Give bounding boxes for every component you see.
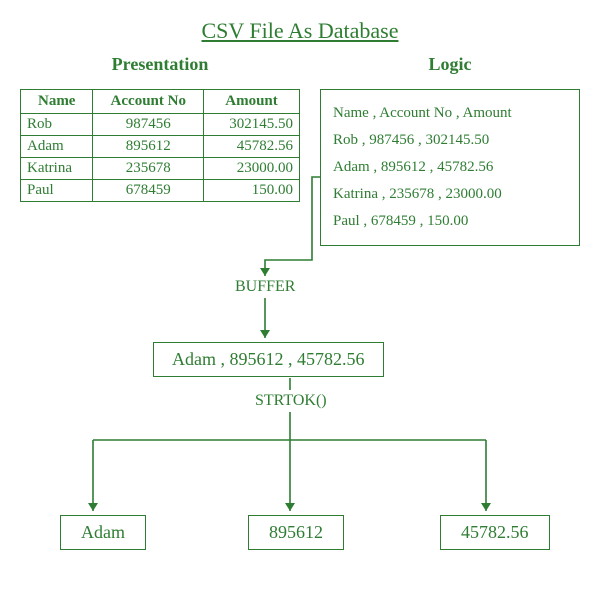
table-row: Paul 678459 150.00 [21, 180, 300, 202]
cell-account: 987456 [93, 114, 204, 136]
cell-name: Katrina [21, 158, 93, 180]
logic-line: Name , Account No , Amount [333, 100, 567, 127]
logic-line: Katrina , 235678 , 23000.00 [333, 181, 567, 208]
cell-amount: 45782.56 [204, 136, 300, 158]
logic-line: Rob , 987456 , 302145.50 [333, 127, 567, 154]
cell-name: Paul [21, 180, 93, 202]
th-account: Account No [93, 90, 204, 114]
page-title: CSV File As Database [0, 0, 600, 54]
table-row: Adam 895612 45782.56 [21, 136, 300, 158]
logic-line: Paul , 678459 , 150.00 [333, 208, 567, 235]
th-name: Name [21, 90, 93, 114]
logic-column: Logic Name , Account No , Amount Rob , 9… [320, 54, 580, 246]
token-box: Adam [60, 515, 146, 550]
logic-line: Adam , 895612 , 45782.56 [333, 154, 567, 181]
cell-amount: 302145.50 [204, 114, 300, 136]
presentation-table: Name Account No Amount Rob 987456 302145… [20, 89, 300, 202]
cell-name: Rob [21, 114, 93, 136]
columns: Presentation Name Account No Amount Rob … [0, 54, 600, 246]
cell-account: 678459 [93, 180, 204, 202]
buffer-label: BUFFER [235, 278, 295, 296]
cell-account: 895612 [93, 136, 204, 158]
token-box: 895612 [248, 515, 344, 550]
token-box: 45782.56 [440, 515, 550, 550]
logic-box: Name , Account No , Amount Rob , 987456 … [320, 89, 580, 246]
table-row: Rob 987456 302145.50 [21, 114, 300, 136]
th-amount: Amount [204, 90, 300, 114]
cell-amount: 150.00 [204, 180, 300, 202]
cell-name: Adam [21, 136, 93, 158]
presentation-column: Presentation Name Account No Amount Rob … [20, 54, 300, 246]
logic-heading: Logic [320, 54, 580, 75]
cell-amount: 23000.00 [204, 158, 300, 180]
cell-account: 235678 [93, 158, 204, 180]
strtok-label: STRTOK() [255, 392, 327, 410]
table-row: Katrina 235678 23000.00 [21, 158, 300, 180]
presentation-heading: Presentation [20, 54, 300, 75]
buffer-box: Adam , 895612 , 45782.56 [153, 342, 384, 377]
